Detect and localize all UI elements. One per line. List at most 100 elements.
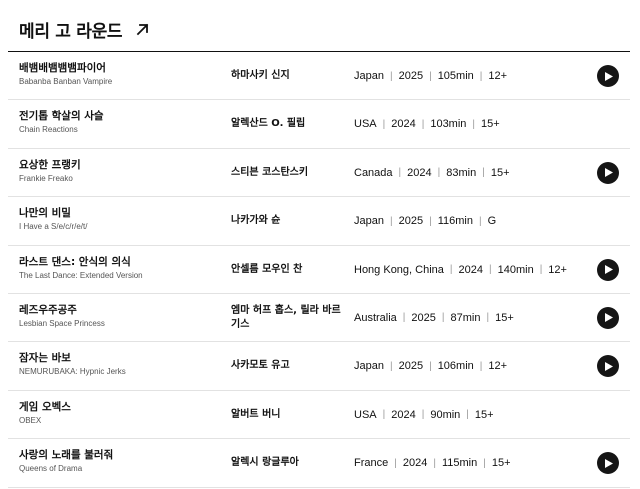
film-runtime: 140min [497,263,534,276]
film-row[interactable]: 나만의 비밀 I Have a S/e/c/r/e/t/ 나카가와 슌 Japa… [8,197,630,246]
film-title-korean[interactable]: 요상한 프랭키 [19,158,219,172]
meta-separator: | [486,312,490,324]
film-row[interactable]: 요상한 프랭키 Frankie Freako 스티븐 코스탄스키 Canada … [8,149,630,198]
film-year: 2025 [398,70,424,82]
film-meta: Hong Kong, China | 2024 | 140min | 12+ [354,246,567,294]
meta-separator: | [389,360,393,372]
film-runtime: 103min [430,118,467,131]
film-title-korean[interactable]: 게임 오벡스 [19,400,219,414]
play-icon [603,265,613,275]
meta-separator: | [421,409,425,421]
film-runtime: 115min [441,457,478,470]
play-icon [603,168,613,178]
film-runtime: 116min [437,215,473,228]
film-title-block[interactable]: 사랑의 노래를 불러줘 Queens of Drama [19,448,219,475]
film-title-korean[interactable]: 잠자는 바보 [19,351,219,365]
play-trailer-button[interactable] [597,452,619,475]
film-runtime: 83min [446,166,477,179]
film-rating: 12+ [488,360,508,373]
film-country: Japan [354,70,384,82]
play-trailer-button[interactable] [597,161,619,184]
section-title: 메리 고 라운드 [19,22,123,42]
film-runtime: 90min [430,408,461,421]
film-country: USA [354,118,377,131]
film-country: France [354,457,389,470]
film-rating: 15+ [490,166,510,179]
film-title-block[interactable]: 레즈우주공주 Lesbian Space Princess [19,303,219,330]
meta-separator: | [429,215,432,227]
film-year: 2024 [458,263,483,276]
film-title-block[interactable]: 요상한 프랭키 Frankie Freako [19,158,219,185]
film-meta: Australia | 2025 | 87min | 15+ [354,294,514,342]
film-year: 2025 [411,311,436,324]
meta-separator: | [478,215,482,227]
film-director: 하마사키 신지 [231,70,290,81]
film-row[interactable]: 라스트 댄스: 안식의 의식 The Last Dance: Extended … [8,246,630,294]
film-meta: Japan | 2025 | 116min | G [354,197,496,245]
film-director: 알렉시 랑글루아 [231,457,299,469]
play-trailer-button[interactable] [597,355,619,378]
film-title-block[interactable]: 배뱀배뱀뱀뱀파이어 Babanba Banban Vampire [19,61,219,88]
film-rating: 15+ [481,118,500,131]
meta-separator: | [466,409,469,421]
film-title-english: Chain Reactions [19,125,78,135]
play-trailer-button[interactable] [597,258,619,281]
arrow-up-right-icon[interactable] [134,22,150,38]
film-director: 사카모토 유고 [231,360,290,372]
meta-separator: | [429,360,432,372]
meta-separator: | [382,409,386,421]
film-year: 2024 [407,166,432,179]
film-title-english: The Last Dance: Extended Version [19,270,143,280]
film-country: Japan [354,360,384,373]
film-title-korean[interactable]: 나만의 비밀 [19,206,219,220]
film-runtime: 87min [450,311,481,324]
film-director: 알버트 버니 [231,408,281,420]
meta-separator: | [389,215,393,227]
meta-separator: | [389,70,393,82]
film-title-korean[interactable]: 전기톱 학살의 사슬 [19,109,219,123]
film-director: 알렉산드 O. 필립 [231,118,306,130]
meta-separator: | [539,264,543,276]
film-meta: Canada | 2024 | 83min | 15+ [354,149,510,197]
meta-separator: | [382,118,386,130]
meta-separator: | [482,167,485,179]
film-row[interactable]: 사랑의 노래를 불러줘 Queens of Drama 알렉시 랑글루아 Fra… [8,439,630,488]
film-row[interactable]: 배뱀배뱀뱀뱀파이어 Babanba Banban Vampire 하마사키 신지… [8,52,630,101]
play-trailer-button[interactable] [597,65,619,87]
film-country: Australia [354,311,397,324]
film-row[interactable]: 게임 오벡스 OBEX 알버트 버니 USA | 2024 | 90min | … [8,391,630,440]
meta-separator: | [483,457,486,469]
film-year: 2025 [398,360,424,373]
film-row[interactable]: 전기톱 학살의 사슬 Chain Reactions 알렉산드 O. 필립 US… [8,100,630,149]
film-meta: USA | 2024 | 103min | 15+ [354,100,500,148]
film-runtime: 105min [437,70,474,82]
film-director: 나카가와 슌 [231,215,281,227]
meta-separator: | [479,70,483,82]
film-title-block[interactable]: 잠자는 바보 NEMURUBAKA: Hypnic Jerks [19,351,219,378]
film-title-block[interactable]: 전기톱 학살의 사슬 Chain Reactions [19,109,219,136]
film-list: 배뱀배뱀뱀뱀파이어 Babanba Banban Vampire 하마사키 신지… [8,52,630,488]
film-runtime: 106min [437,360,474,373]
meta-separator: | [421,118,425,130]
meta-separator: | [437,167,441,179]
film-director: 엠마 허프 홉스, 릴라 바르기스 [231,304,341,330]
film-title-korean[interactable]: 사랑의 노래를 불러줘 [19,448,219,462]
film-title-block[interactable]: 게임 오벡스 OBEX [19,400,219,427]
film-rating: 15+ [495,311,514,324]
film-rating: 15+ [474,408,494,421]
film-rating: 15+ [491,457,511,470]
film-row[interactable]: 레즈우주공주 Lesbian Space Princess 엠마 허프 홉스, … [8,294,630,343]
film-title-block[interactable]: 나만의 비밀 I Have a S/e/c/r/e/t/ [19,206,219,233]
meta-separator: | [449,264,453,276]
film-title-korean[interactable]: 배뱀배뱀뱀뱀파이어 [19,61,219,75]
film-country: Japan [354,215,384,228]
film-row[interactable]: 잠자는 바보 NEMURUBAKA: Hypnic Jerks 사카모토 유고 … [8,342,630,391]
film-title-block[interactable]: 라스트 댄스: 안식의 의식 The Last Dance: Extended … [19,255,219,282]
film-title-english: Lesbian Space Princess [19,318,105,328]
film-country: USA [354,408,377,421]
film-title-korean[interactable]: 라스트 댄스: 안식의 의식 [19,255,219,269]
play-trailer-button[interactable] [597,306,619,329]
film-year: 2024 [391,408,416,421]
meta-separator: | [429,70,432,82]
film-title-korean[interactable]: 레즈우주공주 [19,303,219,317]
